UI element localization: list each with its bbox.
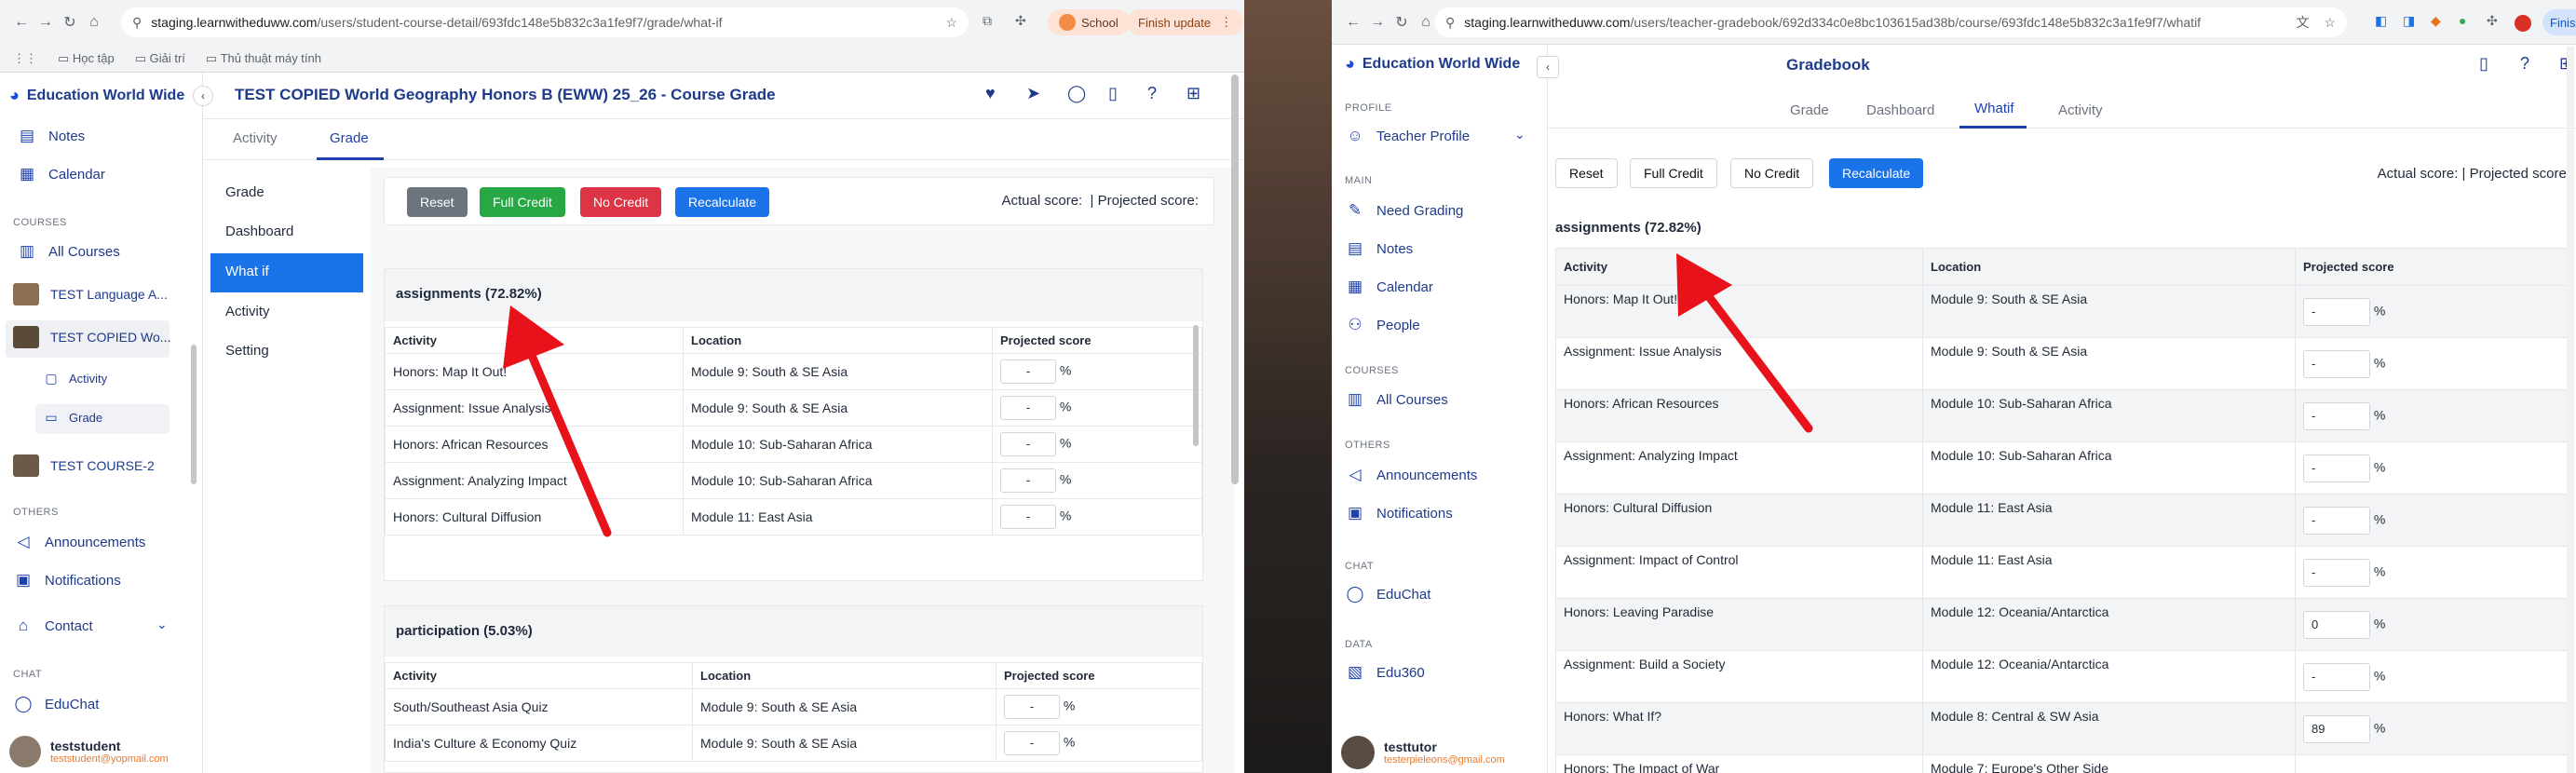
red-arrow-annotation bbox=[503, 305, 612, 537]
right-browser-window: ← → ↻ ⌂ ⚲ staging.learnwitheduww.com/use… bbox=[1332, 0, 2576, 773]
left-browser-window: ← → ↻ ⌂ ⚲ staging.learnwitheduww.com/use… bbox=[0, 0, 1244, 773]
red-arrow-annotation bbox=[1676, 253, 1813, 433]
desktop-background bbox=[1244, 0, 1332, 773]
